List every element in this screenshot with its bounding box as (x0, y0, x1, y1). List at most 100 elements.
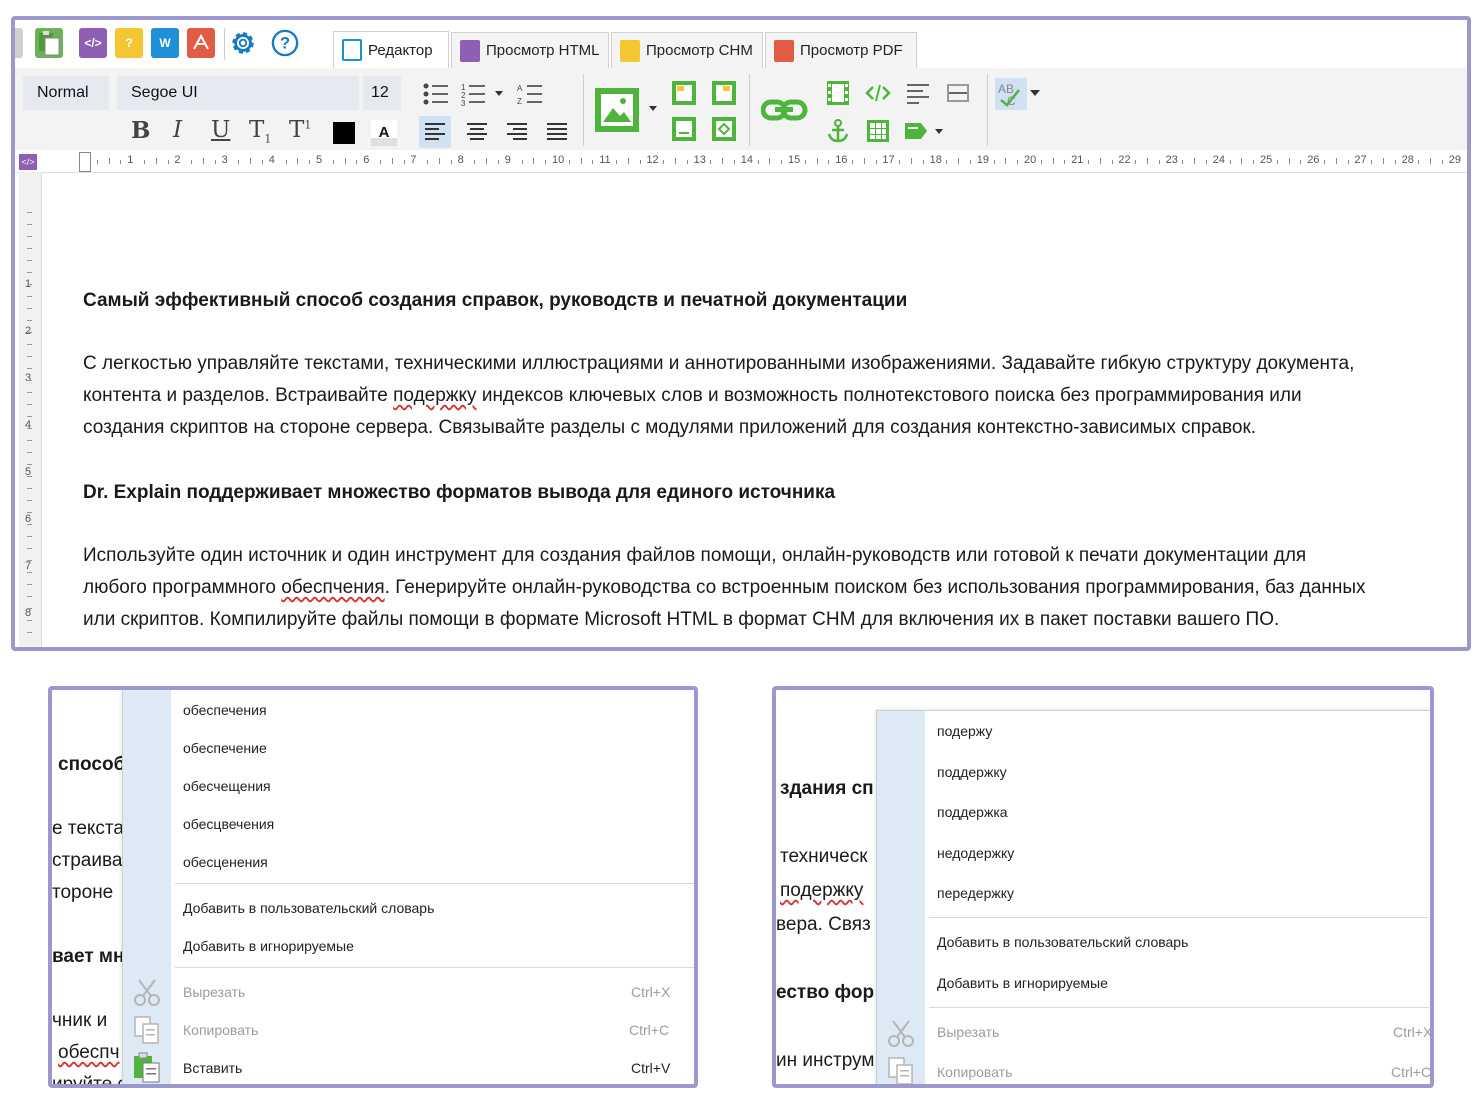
ruler-number: 4 (268, 154, 275, 166)
export-html-icon[interactable]: </> (79, 28, 107, 58)
background-text: вает мн (52, 946, 125, 967)
gear-icon[interactable] (229, 28, 257, 58)
ruler-tick (580, 158, 582, 164)
subscript-button[interactable]: T1 (249, 117, 271, 146)
ruler-tick (27, 452, 32, 453)
suggestion-item[interactable]: недодержку (937, 845, 1014, 861)
horizontal-rule-icon[interactable] (945, 80, 971, 106)
bold-button[interactable]: B (131, 117, 150, 144)
partial-icon[interactable] (15, 28, 23, 58)
toolbar-separator (749, 74, 750, 146)
superscript-glyph: T (289, 117, 305, 143)
ruler-tick (27, 560, 32, 561)
align-center-icon[interactable] (461, 116, 493, 148)
cut-shortcut: Ctrl+X (631, 984, 671, 1000)
misspelled-word[interactable]: обеспчения (281, 577, 384, 598)
export-pdf-icon[interactable] (187, 28, 215, 58)
insert-screenshot-icon[interactable] (711, 80, 737, 106)
underline-button[interactable]: U (211, 117, 230, 143)
background-text: ируйте с (52, 1074, 127, 1088)
svg-text:A: A (517, 84, 523, 93)
ruler-number: 4 (25, 419, 32, 431)
help-icon[interactable]: ? (271, 28, 299, 58)
video-icon[interactable] (825, 80, 851, 106)
font-select[interactable]: Segoe UI (117, 76, 359, 110)
sort-list-icon[interactable]: AZ (517, 82, 543, 106)
anchor-icon[interactable] (825, 118, 851, 144)
italic-button[interactable]: I (173, 117, 182, 143)
align-left-button[interactable] (419, 116, 451, 148)
cut-item[interactable]: Вырезать (937, 1024, 999, 1040)
align-right-icon[interactable] (501, 116, 533, 148)
suggestion-item[interactable]: обесцвечения (183, 816, 274, 832)
export-chm-icon[interactable]: ? (115, 28, 143, 58)
ruler-tick (191, 160, 193, 164)
superscript-button[interactable]: T1 (289, 117, 311, 143)
document-area[interactable]: Самый эффективный способ создания справо… (45, 172, 1467, 647)
tab-pdf-preview[interactable]: Просмотр PDF (765, 32, 917, 68)
highlight-button[interactable]: A (371, 120, 397, 146)
ruler-tick (297, 158, 299, 164)
add-to-dictionary-item[interactable]: Добавить в пользовательский словарь (937, 934, 1188, 950)
numbered-list-icon[interactable]: 123 (461, 82, 507, 106)
source-view-icon[interactable]: </> (19, 154, 37, 170)
insert-shape-icon[interactable] (711, 116, 737, 142)
variable-icon[interactable] (903, 118, 947, 144)
ruler-tick (1418, 160, 1420, 164)
tab-chm-preview[interactable]: Просмотр CHM (611, 32, 763, 68)
suggestion-item[interactable]: подержу (937, 723, 992, 739)
cut-item[interactable]: Вырезать (183, 984, 245, 1000)
style-select[interactable]: Normal (23, 76, 109, 110)
add-to-ignore-item[interactable]: Добавить в игнорируемые (183, 938, 354, 954)
ruler-tick (262, 160, 263, 164)
paste-project-icon[interactable] (35, 28, 63, 58)
tab-html-preview[interactable]: Просмотр HTML (451, 32, 609, 68)
tab-editor[interactable]: Редактор (333, 31, 449, 68)
spellcheck-button[interactable]: AB C (995, 78, 1027, 110)
indent-marker[interactable] (79, 152, 91, 172)
copy-item[interactable]: Копировать (183, 1022, 258, 1038)
table-icon[interactable] (865, 118, 891, 144)
paste-item[interactable]: Вставить (183, 1060, 242, 1076)
insert-image-icon[interactable] (593, 86, 659, 136)
ruler-tick (450, 160, 452, 164)
ruler-tick (816, 158, 818, 164)
ruler-tick (27, 584, 32, 585)
html-code-icon[interactable] (865, 80, 891, 106)
ruler-tick (627, 158, 629, 164)
ruler-number: 29 (1448, 154, 1462, 166)
ruler-tick (710, 160, 712, 164)
export-word-icon[interactable]: W (151, 28, 179, 58)
suggestion-item[interactable]: обесчещения (183, 778, 271, 794)
ruler-tick (356, 160, 358, 164)
spellcheck-dropdown-icon[interactable] (1029, 88, 1041, 98)
ruler-number: 9 (504, 154, 511, 166)
link-icon[interactable] (761, 96, 809, 126)
ruler-tick (27, 368, 32, 369)
font-size-select[interactable]: 12 (363, 76, 401, 110)
paragraph-format-icon[interactable] (905, 80, 931, 106)
suggestion-item[interactable]: обесценения (183, 854, 268, 870)
suggestion-item[interactable]: поддержку (937, 764, 1007, 780)
insert-frame-icon[interactable] (671, 116, 697, 142)
suggestion-item[interactable]: поддержка (937, 804, 1008, 820)
ruler-number: 11 (599, 154, 611, 166)
suggestion-item[interactable]: обеспечения (183, 702, 267, 718)
bulleted-list-icon[interactable] (423, 82, 449, 106)
background-text: ество фор (776, 982, 875, 1003)
align-justify-icon[interactable] (541, 116, 573, 148)
ruler-tick (1194, 158, 1196, 164)
misspelled-word[interactable]: подержку (393, 385, 476, 406)
ruler-tick (27, 356, 32, 357)
suggestion-item[interactable]: передержку (937, 885, 1014, 901)
insert-annotated-image-icon[interactable] (671, 80, 697, 106)
ruler-number: 1 (127, 154, 134, 166)
ruler-tick (1442, 160, 1443, 164)
ruler-number: 12 (646, 154, 659, 166)
suggestion-item[interactable]: обеспечение (183, 740, 267, 756)
ruler-tick (828, 160, 830, 164)
text-color-button[interactable] (333, 122, 355, 144)
add-to-dictionary-item[interactable]: Добавить в пользовательский словарь (183, 900, 434, 916)
copy-item[interactable]: Копировать (937, 1064, 1012, 1080)
add-to-ignore-item[interactable]: Добавить в игнорируемые (937, 975, 1108, 991)
